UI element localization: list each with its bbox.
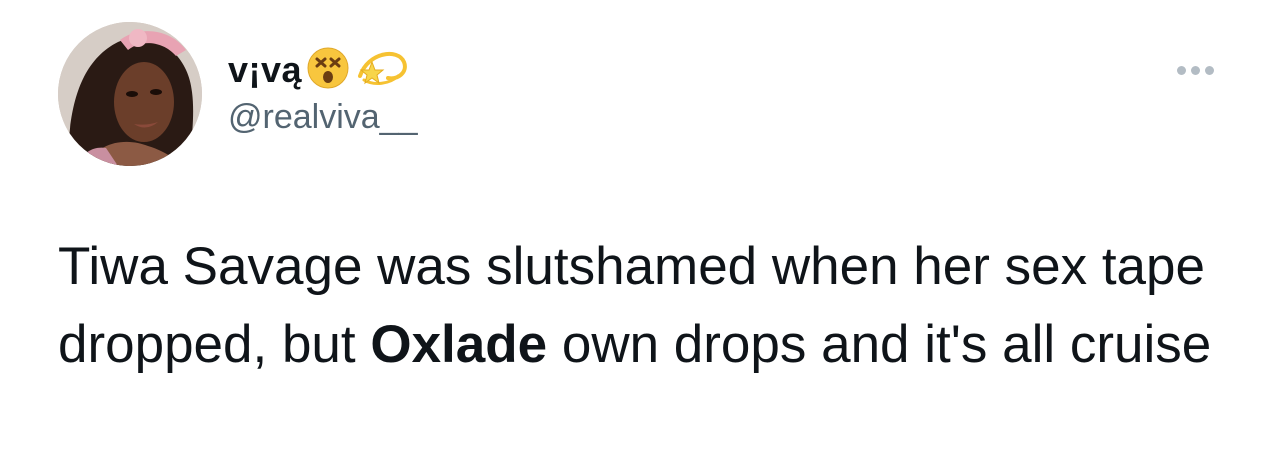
tweet-text: Tiwa Savage was slutshamed when her sex … [58, 228, 1238, 384]
author-handle[interactable]: @realviva__ [228, 98, 418, 137]
dizzy-face-emoji-icon [306, 46, 350, 95]
tweet-text-part2: own drops and it's all cruise [547, 315, 1212, 374]
display-name[interactable]: v¡vą [228, 49, 302, 91]
more-dot [1176, 65, 1186, 75]
display-name-row: v¡vą [228, 44, 418, 96]
dizzy-star-emoji-icon [354, 46, 410, 95]
tweet-text-bold: Oxlade [370, 315, 548, 374]
tweet-card: v¡vą @realviva__ Tiwa Savage was slutsha… [0, 0, 1265, 473]
author-names: v¡vą @realviva__ [228, 44, 418, 137]
more-dot [1190, 65, 1200, 75]
more-options-icon[interactable] [1170, 50, 1220, 90]
avatar[interactable] [58, 22, 202, 166]
more-dot [1204, 65, 1214, 75]
